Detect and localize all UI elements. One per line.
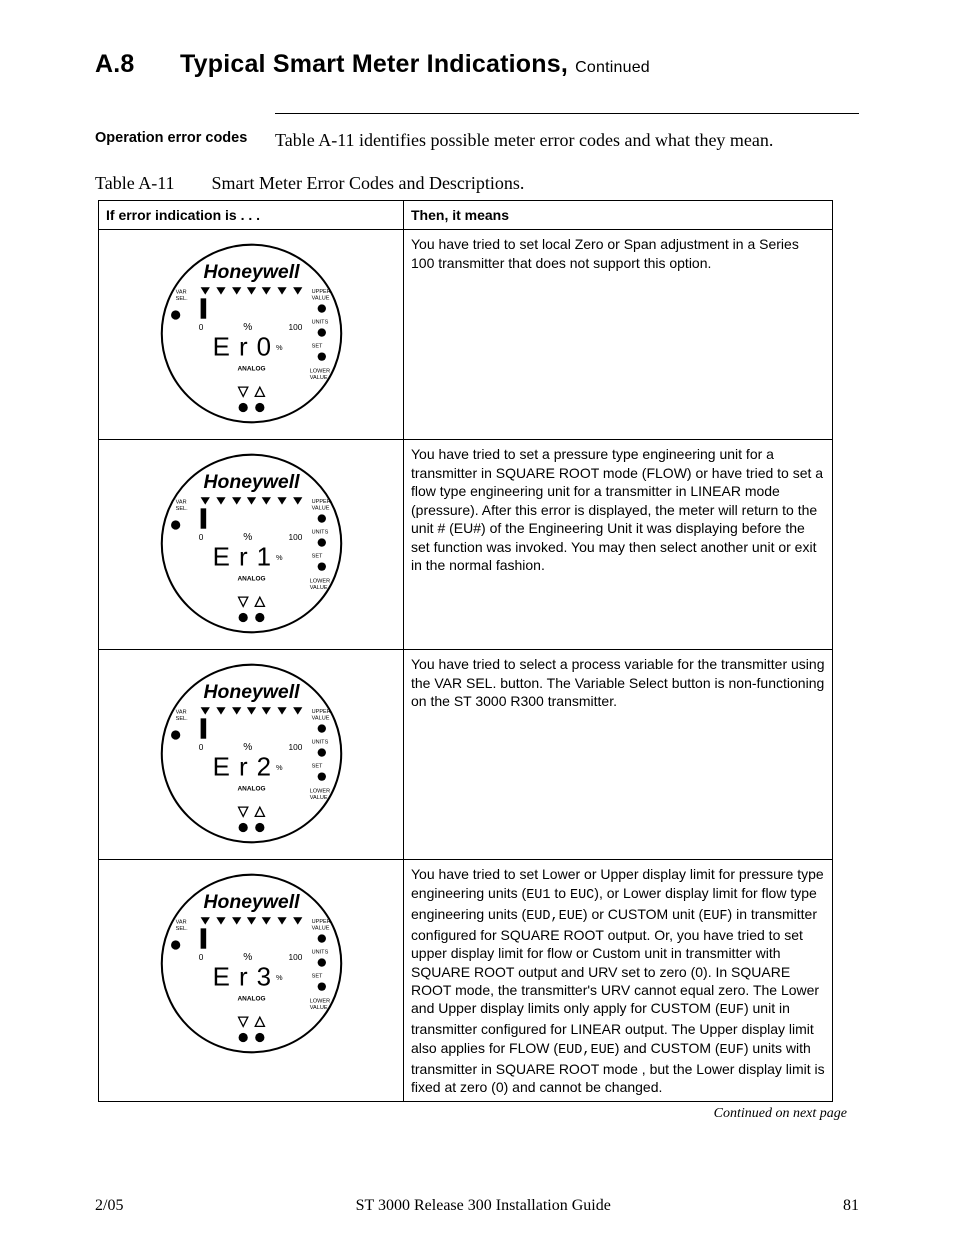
svg-text:0: 0 [198, 952, 203, 962]
svg-text:SET: SET [311, 344, 322, 350]
svg-text:Honeywell: Honeywell [203, 681, 300, 703]
svg-text:100: 100 [288, 532, 302, 542]
svg-text:E r 1: E r 1 [212, 544, 271, 572]
svg-text:UPPER: UPPER [311, 919, 330, 925]
svg-text:LOWER: LOWER [309, 369, 329, 375]
svg-text:E r 0: E r 0 [212, 334, 271, 362]
svg-text:Honeywell: Honeywell [203, 471, 300, 493]
section-title: Typical Smart Meter Indications, [180, 50, 568, 78]
svg-text:UPPER: UPPER [311, 709, 330, 715]
svg-text:%: % [275, 974, 282, 983]
svg-text:LOWER: LOWER [309, 789, 329, 795]
svg-text:VALUE: VALUE [309, 1005, 327, 1011]
svg-text:100: 100 [288, 322, 302, 332]
meter-cell: Honeywell 0 % 100 E r 2 % ANALOG VAR SEL… [99, 650, 404, 860]
table-row: Honeywell 0 % 100 E r 3 % ANALOG VAR SEL… [99, 860, 833, 1102]
table-header-indication: If error indication is . . . [99, 201, 404, 230]
svg-text:ANALOG: ANALOG [237, 366, 265, 373]
svg-text:%: % [243, 952, 252, 963]
svg-text:%: % [275, 344, 282, 353]
svg-text:LOWER: LOWER [309, 999, 329, 1005]
svg-text:VAR: VAR [175, 920, 186, 926]
table-caption: Table A-11 Smart Meter Error Codes and D… [95, 173, 859, 194]
svg-text:0: 0 [198, 322, 203, 332]
svg-text:0: 0 [198, 742, 203, 752]
svg-text:UPPER: UPPER [311, 289, 330, 295]
intro-text: Table A-11 identifies possible meter err… [275, 130, 859, 151]
error-codes-table: If error indication is . . . Then, it me… [98, 200, 833, 1102]
svg-text:VALUE: VALUE [309, 585, 327, 591]
svg-text:0: 0 [198, 532, 203, 542]
svg-text:%: % [275, 554, 282, 563]
svg-text:SET: SET [311, 554, 322, 560]
meter-cell: Honeywell 0 % 100 E r 0 % ANALOG VAR SEL… [99, 230, 404, 440]
svg-text:SEL.: SEL. [175, 507, 187, 513]
continued-note: Continued on next page [95, 1106, 847, 1122]
svg-text:ANALOG: ANALOG [237, 996, 265, 1003]
svg-text:UNITS: UNITS [311, 740, 328, 746]
table-row: Honeywell 0 % 100 E r 2 % ANALOG VAR SEL… [99, 650, 833, 860]
svg-text:SET: SET [311, 974, 322, 980]
svg-text:VAR: VAR [175, 710, 186, 716]
intro-label: Operation error codes [95, 130, 275, 146]
table-header-meaning: Then, it means [404, 201, 833, 230]
smart-meter-icon: Honeywell 0 % 100 E r 2 % ANALOG VAR SEL… [159, 661, 344, 846]
svg-text:Honeywell: Honeywell [203, 891, 300, 913]
svg-text:E r 3: E r 3 [212, 964, 271, 992]
svg-text:100: 100 [288, 952, 302, 962]
svg-text:LOWER: LOWER [309, 579, 329, 585]
meter-cell: Honeywell 0 % 100 E r 1 % ANALOG VAR SEL… [99, 440, 404, 650]
description-cell: You have tried to select a process varia… [404, 650, 833, 860]
svg-text:E r 2: E r 2 [212, 754, 271, 782]
svg-text:%: % [243, 742, 252, 753]
description-cell: You have tried to set local Zero or Span… [404, 230, 833, 440]
svg-text:VALUE: VALUE [311, 716, 329, 722]
svg-text:%: % [243, 322, 252, 333]
svg-text:Honeywell: Honeywell [203, 261, 300, 283]
svg-text:SEL.: SEL. [175, 297, 187, 303]
smart-meter-icon: Honeywell 0 % 100 E r 1 % ANALOG VAR SEL… [159, 451, 344, 636]
svg-text:VALUE: VALUE [309, 375, 327, 381]
table-row: Honeywell 0 % 100 E r 1 % ANALOG VAR SEL… [99, 440, 833, 650]
meter-cell: Honeywell 0 % 100 E r 3 % ANALOG VAR SEL… [99, 860, 404, 1102]
section-continued: Continued [575, 59, 650, 76]
horizontal-rule [275, 113, 859, 114]
description-cell: You have tried to set Lower or Upper dis… [404, 860, 833, 1102]
svg-text:VALUE: VALUE [309, 795, 327, 801]
footer-title: ST 3000 Release 300 Installation Guide [356, 1197, 611, 1215]
table-row: Honeywell 0 % 100 E r 0 % ANALOG VAR SEL… [99, 230, 833, 440]
svg-text:%: % [275, 764, 282, 773]
page-footer: 2/05 ST 3000 Release 300 Installation Gu… [95, 1197, 859, 1215]
footer-page: 81 [843, 1197, 859, 1215]
section-heading: A.8Typical Smart Meter Indications, Cont… [95, 50, 859, 79]
svg-text:VAR: VAR [175, 290, 186, 296]
smart-meter-icon: Honeywell 0 % 100 E r 0 % ANALOG VAR SEL… [159, 241, 344, 426]
svg-text:%: % [243, 532, 252, 543]
svg-text:UNITS: UNITS [311, 950, 328, 956]
footer-date: 2/05 [95, 1197, 123, 1215]
smart-meter-icon: Honeywell 0 % 100 E r 3 % ANALOG VAR SEL… [159, 871, 344, 1056]
intro-row: Operation error codes Table A-11 identif… [95, 130, 859, 151]
svg-text:VALUE: VALUE [311, 506, 329, 512]
svg-text:UNITS: UNITS [311, 320, 328, 326]
svg-text:UNITS: UNITS [311, 530, 328, 536]
svg-text:VALUE: VALUE [311, 926, 329, 932]
description-cell: You have tried to set a pressure type en… [404, 440, 833, 650]
svg-text:SEL.: SEL. [175, 927, 187, 933]
svg-text:SEL.: SEL. [175, 717, 187, 723]
svg-text:100: 100 [288, 742, 302, 752]
svg-text:UPPER: UPPER [311, 499, 330, 505]
svg-text:VALUE: VALUE [311, 296, 329, 302]
svg-text:ANALOG: ANALOG [237, 576, 265, 583]
svg-text:SET: SET [311, 764, 322, 770]
svg-text:VAR: VAR [175, 500, 186, 506]
section-number: A.8 [95, 50, 180, 79]
table-title: Smart Meter Error Codes and Descriptions… [212, 173, 525, 193]
svg-text:ANALOG: ANALOG [237, 786, 265, 793]
table-label: Table A-11 [95, 173, 207, 194]
